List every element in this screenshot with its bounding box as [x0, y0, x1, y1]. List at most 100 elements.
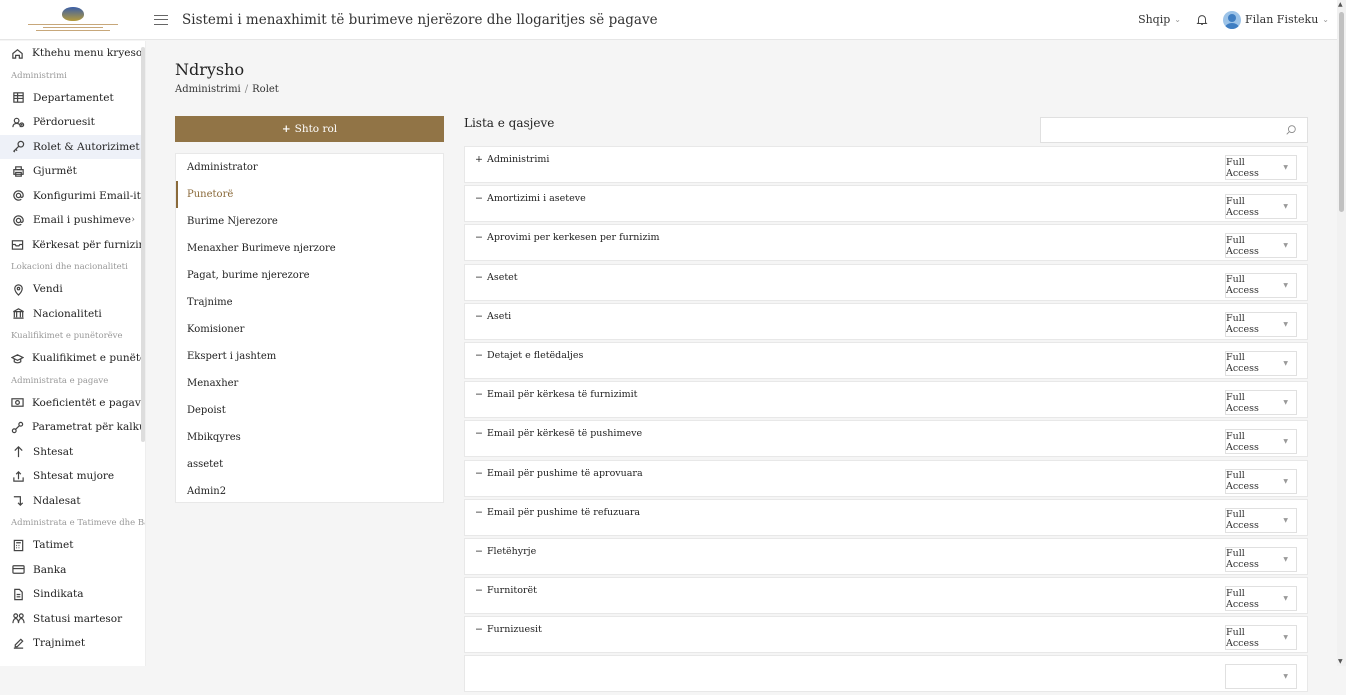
permission-label: Aseti: [486, 310, 512, 322]
graduation-icon: [11, 351, 24, 365]
sidebar-item-parametrat-për-kalkulim[interactable]: Parametrat për kalkulim: [0, 415, 145, 440]
collapse-icon[interactable]: −: [475, 468, 483, 479]
caret-down-icon: ▼: [1283, 438, 1288, 446]
collapse-icon[interactable]: −: [475, 389, 483, 400]
permission-row: − Asetet Full Access ▼: [464, 263, 1308, 301]
access-level-select[interactable]: Full Access ▼: [1225, 194, 1297, 220]
collapse-icon[interactable]: −: [475, 350, 483, 361]
collapse-icon[interactable]: −: [475, 232, 483, 243]
permission-name[interactable]: − Email për kërkesa të furnizimit: [475, 389, 638, 400]
role-item[interactable]: assetet: [176, 451, 443, 478]
role-item[interactable]: Komisioner: [176, 316, 443, 343]
access-level-select[interactable]: Full Access ▼: [1225, 155, 1297, 180]
permission-name[interactable]: − Furnitorët: [475, 585, 537, 596]
sidebar-item-email-i-pushimeve[interactable]: Email i pushimeve ›: [0, 208, 145, 233]
breadcrumb-item-administrimi[interactable]: Administrimi: [175, 84, 241, 95]
role-item[interactable]: Depoist: [176, 397, 443, 424]
collapse-icon[interactable]: −: [475, 272, 483, 283]
logo[interactable]: [0, 0, 146, 40]
access-level-select[interactable]: Full Access ▼: [1225, 429, 1297, 455]
sidebar-item-ndalesat[interactable]: Ndalesat: [0, 489, 145, 514]
role-item[interactable]: Admin2: [176, 478, 443, 505]
role-item[interactable]: Burime Njerezore: [176, 208, 443, 235]
role-item[interactable]: Punetorë: [176, 181, 443, 208]
user-menu[interactable]: Filan Fisteku ⌄: [1223, 10, 1329, 29]
collapse-icon[interactable]: −: [475, 428, 483, 439]
sidebar-item-statusi-martesor[interactable]: Statusi martesor: [0, 607, 145, 632]
sidebar-item-koeficientët-e-pagave[interactable]: Koeficientët e pagave: [0, 391, 145, 416]
collapse-icon[interactable]: −: [475, 546, 483, 557]
access-level-select[interactable]: Full Access ▼: [1225, 390, 1297, 416]
permission-name[interactable]: − Amortizimi i aseteve: [475, 193, 586, 204]
sidebar-item-trajnimet[interactable]: Trajnimet: [0, 631, 145, 656]
sidebar-item-sindikata[interactable]: Sindikata: [0, 582, 145, 607]
permission-name[interactable]: + Administrimi: [475, 154, 549, 165]
permission-name[interactable]: − Email për kërkesë të pushimeve: [475, 428, 642, 439]
sidebar-item-label: Parametrat për kalkulim: [32, 421, 145, 434]
sidebar-item-përdoruesit[interactable]: Përdoruesit: [0, 110, 145, 135]
sidebar-item-shtesat-mujore[interactable]: Shtesat mujore: [0, 464, 145, 489]
collapse-icon[interactable]: −: [475, 585, 483, 596]
role-item[interactable]: Pagat, burime njerezore: [176, 262, 443, 289]
permission-name[interactable]: − Fletëhyrje: [475, 546, 536, 557]
access-level-select[interactable]: Full Access ▼: [1225, 272, 1297, 298]
sidebar-item-nacionaliteti[interactable]: Nacionaliteti: [0, 302, 145, 327]
bell-icon[interactable]: [1195, 13, 1209, 27]
add-role-button[interactable]: + Shto rol: [175, 116, 444, 142]
access-level-select[interactable]: Full Access ▼: [1225, 546, 1297, 572]
sidebar-item-kualifikimet-e-punëtorëve[interactable]: Kualifikimet e punëtorëve: [0, 346, 145, 371]
permission-name[interactable]: − Email për pushime të refuzuara: [475, 507, 640, 518]
permission-row: − Fletëhyrje Full Access ▼: [464, 537, 1308, 575]
permission-name[interactable]: − Furnizuesit: [475, 624, 542, 635]
menu-toggle-icon[interactable]: [154, 14, 168, 25]
avatar: [1223, 10, 1241, 29]
search-input[interactable]: [1040, 117, 1308, 143]
collapse-icon[interactable]: −: [475, 311, 483, 322]
access-level-select[interactable]: Full Access ▼: [1225, 468, 1297, 494]
sidebar-item-rolet-autorizimet[interactable]: Rolet & Autorizimet: [0, 134, 145, 159]
permission-name[interactable]: − Aprovimi per kerkesen per furnizim: [475, 232, 660, 243]
scroll-up-icon[interactable]: ▲: [1338, 1, 1343, 8]
permission-name[interactable]: − Aseti: [475, 311, 511, 322]
language-selector[interactable]: Shqip ⌄: [1138, 13, 1181, 26]
permission-name[interactable]: [475, 663, 479, 674]
role-item[interactable]: Menaxher: [176, 370, 443, 397]
access-level-select[interactable]: Full Access ▼: [1225, 233, 1297, 259]
expand-icon[interactable]: +: [475, 154, 483, 165]
sidebar-item-vendi[interactable]: Vendi: [0, 277, 145, 302]
role-item[interactable]: Mbikqyres: [176, 424, 443, 451]
collapse-icon[interactable]: −: [475, 193, 483, 204]
sidebar-item-label: Shtesat: [33, 445, 74, 458]
sidebar-item-shtesat[interactable]: Shtesat: [0, 440, 145, 465]
role-item[interactable]: Ekspert i jashtem: [176, 343, 443, 370]
scroll-down-icon[interactable]: ▼: [1338, 658, 1343, 665]
collapse-icon[interactable]: −: [475, 624, 483, 635]
permission-row: − Email për pushime të aprovuara Full Acce…: [464, 459, 1308, 497]
access-level-select[interactable]: Full Access ▼: [1225, 507, 1297, 533]
sidebar-item-kërkesat-për-furnizim[interactable]: Kërkesat për furnizim: [0, 233, 145, 258]
sidebar-item-gjurmët[interactable]: Gjurmët: [0, 159, 145, 184]
sidebar-section-label: Administrata e pagave: [11, 375, 109, 386]
access-level-select[interactable]: Full Access ▼: [1225, 625, 1297, 651]
sidebar-item-tatimet[interactable]: Tatimet: [0, 533, 145, 558]
collapse-icon[interactable]: −: [475, 507, 483, 518]
role-item[interactable]: Trajnime: [176, 289, 443, 316]
sidebar-scrollbar[interactable]: [141, 47, 145, 442]
access-level-value: Full Access: [1226, 626, 1259, 649]
permission-name[interactable]: − Email për pushime të aprovuara: [475, 468, 643, 479]
sidebar-item-konfigurimi-email-it[interactable]: Konfigurimi Email-it: [0, 184, 145, 209]
access-level-select[interactable]: Full Access ▼: [1225, 350, 1297, 376]
permission-name[interactable]: − Asetet: [475, 272, 518, 283]
permission-name[interactable]: − Detajet e fletëdaljes: [475, 350, 583, 361]
page-scrollbar[interactable]: ▲ ▼: [1337, 0, 1346, 666]
role-item[interactable]: Administrator: [176, 154, 443, 181]
breadcrumb: Administrimi / Rolet: [175, 84, 279, 95]
scrollbar-thumb[interactable]: [1339, 12, 1344, 212]
access-level-select[interactable]: Full Access ▼: [1225, 586, 1297, 612]
sidebar-item-departamentet[interactable]: Departamentet: [0, 86, 145, 111]
sidebar-item-banka[interactable]: Banka: [0, 558, 145, 583]
access-level-select[interactable]: Full Access ▼: [1225, 311, 1297, 337]
access-level-select[interactable]: ▼: [1225, 664, 1297, 690]
role-item[interactable]: Menaxher Burimeve njerzore: [176, 235, 443, 262]
sidebar-item-kthehu-menu-kryesore[interactable]: Kthehu menu kryesore: [0, 41, 145, 66]
